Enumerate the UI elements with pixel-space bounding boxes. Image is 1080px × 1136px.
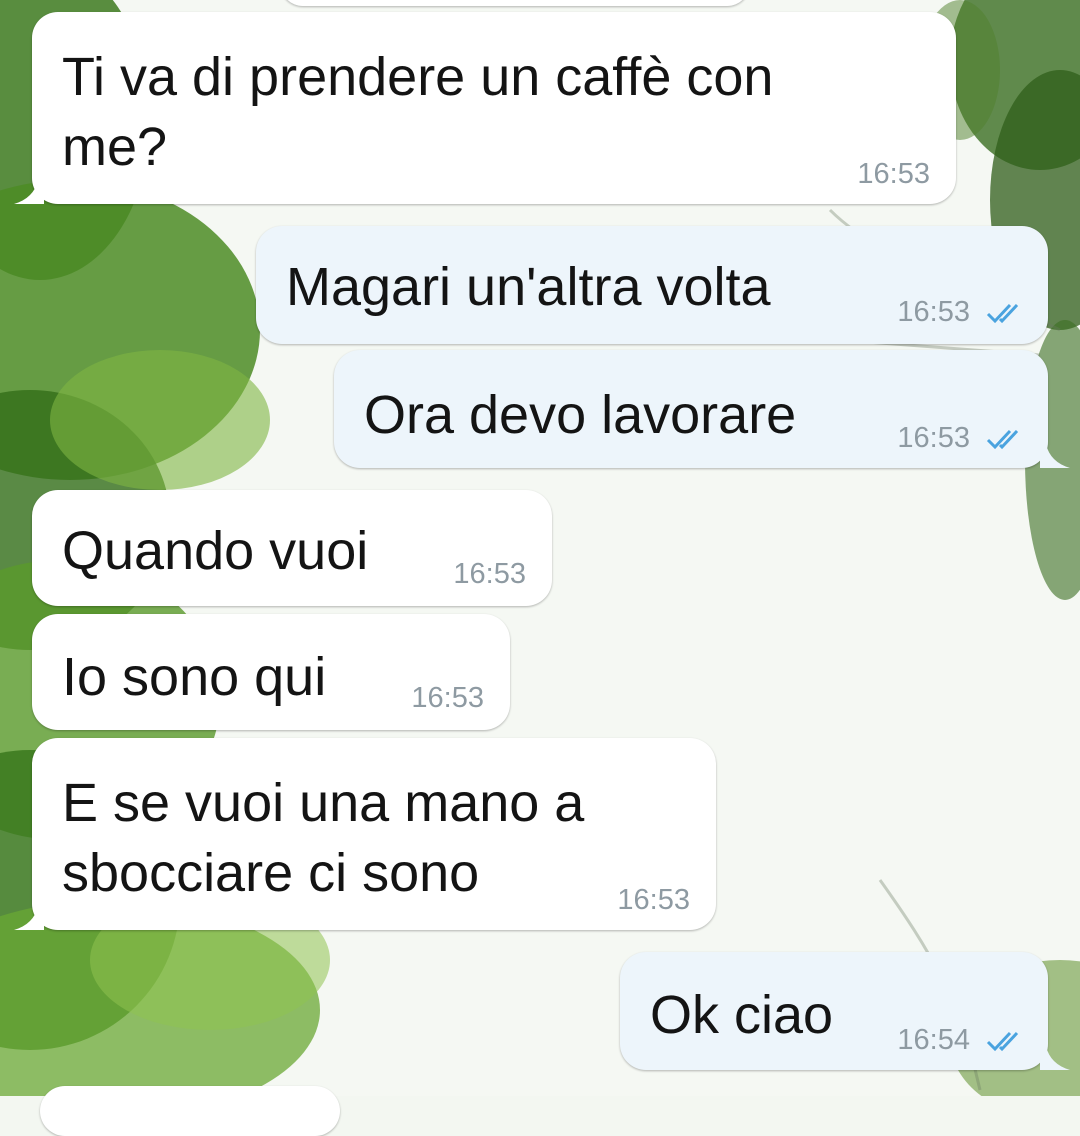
message-text: Io sono qui	[62, 647, 327, 707]
message-text: E se vuoi una mano a sbocciare ci sono	[62, 773, 585, 903]
message-time: 16:54	[897, 1024, 970, 1056]
double-check-icon	[986, 1031, 1019, 1052]
message-time: 16:53	[411, 682, 484, 714]
bubble-tail	[1040, 1046, 1070, 1070]
partial-message-bubble-top	[280, 0, 750, 6]
message-time: 16:53	[617, 884, 690, 916]
message-text: Ora devo lavorare	[364, 385, 797, 445]
bubble-tail	[14, 906, 44, 930]
incoming-message-bubble[interactable]: Ti va di prendere un caffè con me? 16:53	[32, 12, 956, 204]
incoming-message-bubble[interactable]: E se vuoi una mano a sbocciare ci sono 1…	[32, 738, 716, 930]
bubble-tail	[1040, 444, 1070, 468]
message-text: Ok ciao	[650, 985, 834, 1045]
message-time: 16:53	[897, 422, 970, 454]
message-text: Quando vuoi	[62, 521, 369, 581]
message-text: Ti va di prendere un caffè con me?	[62, 47, 774, 177]
message-time: 16:53	[897, 296, 970, 328]
message-text: Magari un'altra volta	[286, 257, 771, 317]
outgoing-message-bubble[interactable]: Magari un'altra volta 16:53	[256, 226, 1048, 344]
partial-message-bubble-bottom	[40, 1086, 340, 1136]
message-time: 16:53	[857, 158, 930, 190]
outgoing-message-bubble[interactable]: Ora devo lavorare 16:53	[334, 350, 1048, 468]
bubble-tail	[14, 180, 44, 204]
incoming-message-bubble[interactable]: Quando vuoi 16:53	[32, 490, 552, 606]
message-time: 16:53	[453, 558, 526, 590]
double-check-icon	[986, 429, 1019, 450]
double-check-icon	[986, 303, 1019, 324]
outgoing-message-bubble[interactable]: Ok ciao 16:54	[620, 952, 1048, 1070]
incoming-message-bubble[interactable]: Io sono qui 16:53	[32, 614, 510, 730]
